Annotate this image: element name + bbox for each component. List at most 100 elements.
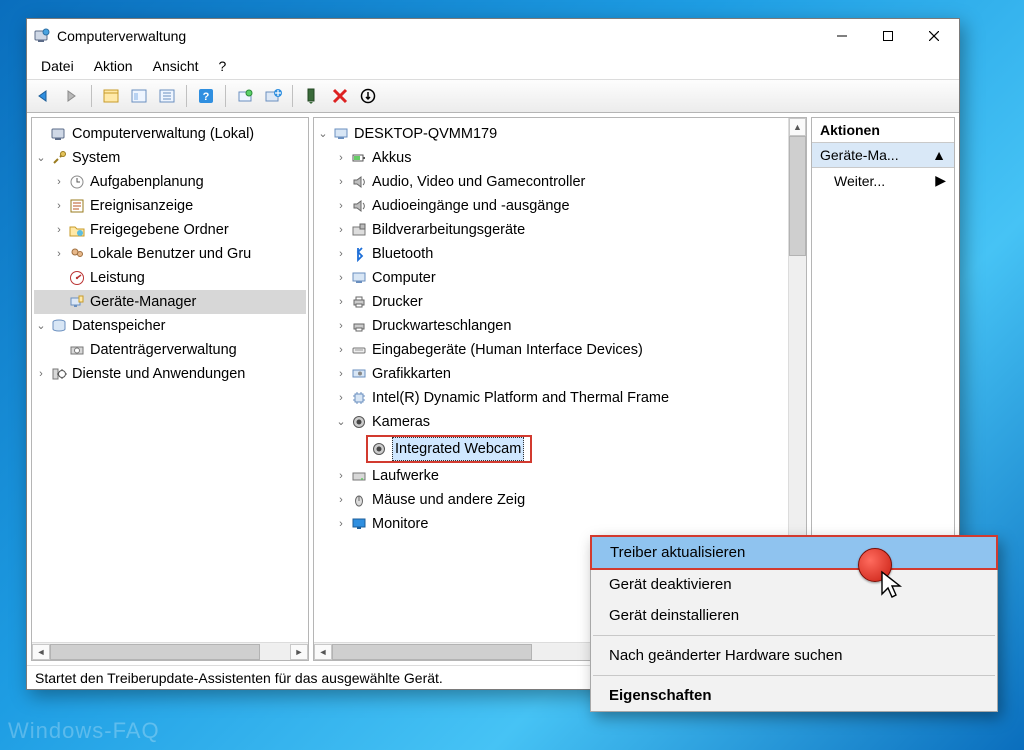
tree-item-label: Monitore	[372, 513, 428, 535]
device-category[interactable]: ›Druckwarteschlangen	[316, 314, 788, 338]
pc-icon	[350, 269, 368, 287]
expander-closed-icon[interactable]: ›	[334, 243, 348, 265]
tree-system-child[interactable]: ›Aufgabenplanung	[34, 170, 306, 194]
uninstall-device-button[interactable]	[327, 83, 353, 109]
device-category[interactable]: › Monitore	[316, 512, 788, 536]
expander-closed-icon[interactable]: ›	[334, 267, 348, 289]
device-category[interactable]: ›Drucker	[316, 290, 788, 314]
show-hide-tree-button[interactable]	[98, 83, 124, 109]
minimize-button[interactable]	[819, 21, 865, 51]
svg-text:?: ?	[203, 91, 210, 103]
device-category[interactable]: ›Bluetooth	[316, 242, 788, 266]
disable-device-button[interactable]	[355, 83, 381, 109]
expander-closed-icon[interactable]: ›	[34, 363, 48, 385]
enable-device-button[interactable]	[299, 83, 325, 109]
close-button[interactable]	[911, 21, 957, 51]
forward-button[interactable]	[59, 83, 85, 109]
update-driver-button[interactable]	[260, 83, 286, 109]
device-category[interactable]: ›Akkus	[316, 146, 788, 170]
menu-view[interactable]: Ansicht	[143, 55, 209, 77]
bluetooth-icon	[350, 245, 368, 263]
device-category[interactable]: › Laufwerke	[316, 464, 788, 488]
tree-system-child[interactable]: Leistung	[34, 266, 306, 290]
device-root[interactable]: ⌄DESKTOP-QVMM179	[316, 122, 788, 146]
perf-icon	[68, 269, 86, 287]
tree-item-label: Datenspeicher	[72, 315, 166, 337]
device-category[interactable]: ›Mäuse und andere Zeig	[316, 488, 788, 512]
expander-closed-icon[interactable]: ›	[334, 147, 348, 169]
expander-closed-icon[interactable]: ›	[334, 465, 348, 487]
expander-closed-icon[interactable]: ›	[52, 243, 66, 265]
back-button[interactable]	[31, 83, 57, 109]
clock-icon	[68, 173, 86, 191]
tree-system-child[interactable]: › Lokale Benutzer und Gru	[34, 242, 306, 266]
tree-system-child[interactable]: › Freigegebene Ordner	[34, 218, 306, 242]
device-category[interactable]: ›Eingabegeräte (Human Interface Devices)	[316, 338, 788, 362]
tree-system[interactable]: ⌄ System	[34, 146, 306, 170]
expander-closed-icon[interactable]: ›	[334, 195, 348, 217]
tree-item-label: Leistung	[90, 267, 145, 289]
tree-item-label: Dienste und Anwendungen	[72, 363, 245, 385]
help-button[interactable]: ?	[193, 83, 219, 109]
ctx-update-driver[interactable]: Treiber aktualisieren	[590, 535, 998, 570]
ctx-disable-device[interactable]: Gerät deaktivieren	[591, 569, 997, 600]
tree-system-child[interactable]: Geräte-Manager	[34, 290, 306, 314]
expander-open-icon[interactable]: ⌄	[316, 123, 330, 145]
expander-open-icon[interactable]: ⌄	[34, 147, 48, 169]
menu-help[interactable]: ?	[209, 55, 237, 77]
expander-closed-icon[interactable]: ›	[334, 387, 348, 409]
device-category[interactable]: › Grafikkarten	[316, 362, 788, 386]
ctx-separator	[593, 635, 995, 636]
maximize-button[interactable]	[865, 21, 911, 51]
actions-category-label: Geräte-Ma...	[820, 147, 899, 163]
properties-button[interactable]	[126, 83, 152, 109]
device-mgr-icon	[68, 293, 86, 311]
ctx-scan-hardware[interactable]: Nach geänderter Hardware suchen	[591, 640, 997, 671]
export-list-button[interactable]	[154, 83, 180, 109]
expander-open-icon[interactable]: ⌄	[34, 315, 48, 337]
ctx-properties[interactable]: Eigenschaften	[591, 680, 997, 711]
tree-item-label: Laufwerke	[372, 465, 439, 487]
expander-closed-icon[interactable]: ›	[52, 219, 66, 241]
menu-file[interactable]: Datei	[31, 55, 84, 77]
expander-closed-icon[interactable]: ›	[334, 171, 348, 193]
tree-item-label: System	[72, 147, 120, 169]
device-category[interactable]: ›Intel(R) Dynamic Platform and Thermal F…	[316, 386, 788, 410]
scan-hardware-button[interactable]	[232, 83, 258, 109]
device-category[interactable]: ›Bildverarbeitungsgeräte	[316, 218, 788, 242]
device-category[interactable]: ›Audio, Video und Gamecontroller	[316, 170, 788, 194]
tree-services[interactable]: › Dienste und Anwendungen	[34, 362, 306, 386]
expander-closed-icon[interactable]: ›	[334, 339, 348, 361]
expander-closed-icon[interactable]: ›	[334, 513, 348, 535]
tree-root[interactable]: Computerverwaltung (Lokal)	[34, 122, 306, 146]
menu-action[interactable]: Aktion	[84, 55, 143, 77]
expander-closed-icon[interactable]: ›	[52, 195, 66, 217]
expander-closed-icon[interactable]: ›	[334, 291, 348, 313]
services-icon	[50, 365, 68, 383]
expander-closed-icon[interactable]: ›	[334, 363, 348, 385]
tree-storage[interactable]: ⌄ Datenspeicher	[34, 314, 306, 338]
tree-item-label: Freigegebene Ordner	[90, 219, 229, 241]
left-hscrollbar[interactable]: ◄►	[32, 642, 308, 660]
tree-item-label: Grafikkarten	[372, 363, 451, 385]
expander-closed-icon[interactable]: ›	[52, 171, 66, 193]
device-integrated-webcam[interactable]: Integrated Webcam	[316, 434, 788, 464]
tree-storage-child[interactable]: Datenträgerverwaltung	[34, 338, 306, 362]
actions-category[interactable]: Geräte-Ma... ▲	[812, 143, 954, 168]
device-category[interactable]: ›Computer	[316, 266, 788, 290]
app-icon	[33, 27, 51, 45]
tree-system-child[interactable]: ›Ereignisanzeige	[34, 194, 306, 218]
expander-closed-icon[interactable]: ›	[334, 315, 348, 337]
ctx-uninstall-device[interactable]: Gerät deinstallieren	[591, 600, 997, 631]
printer-icon	[350, 293, 368, 311]
actions-more[interactable]: Weiter... ▶	[812, 168, 954, 193]
expander-open-icon[interactable]: ⌄	[334, 411, 348, 433]
expander-closed-icon[interactable]: ›	[334, 219, 348, 241]
expander-closed-icon[interactable]: ›	[334, 489, 348, 511]
queue-icon	[350, 317, 368, 335]
tree-item-label: Computerverwaltung (Lokal)	[72, 123, 254, 145]
tree-item-label: Lokale Benutzer und Gru	[90, 243, 251, 265]
device-category[interactable]: ›Audioeingänge und -ausgänge	[316, 194, 788, 218]
device-category-cameras[interactable]: ⌄Kameras	[316, 410, 788, 434]
audio-icon	[350, 173, 368, 191]
